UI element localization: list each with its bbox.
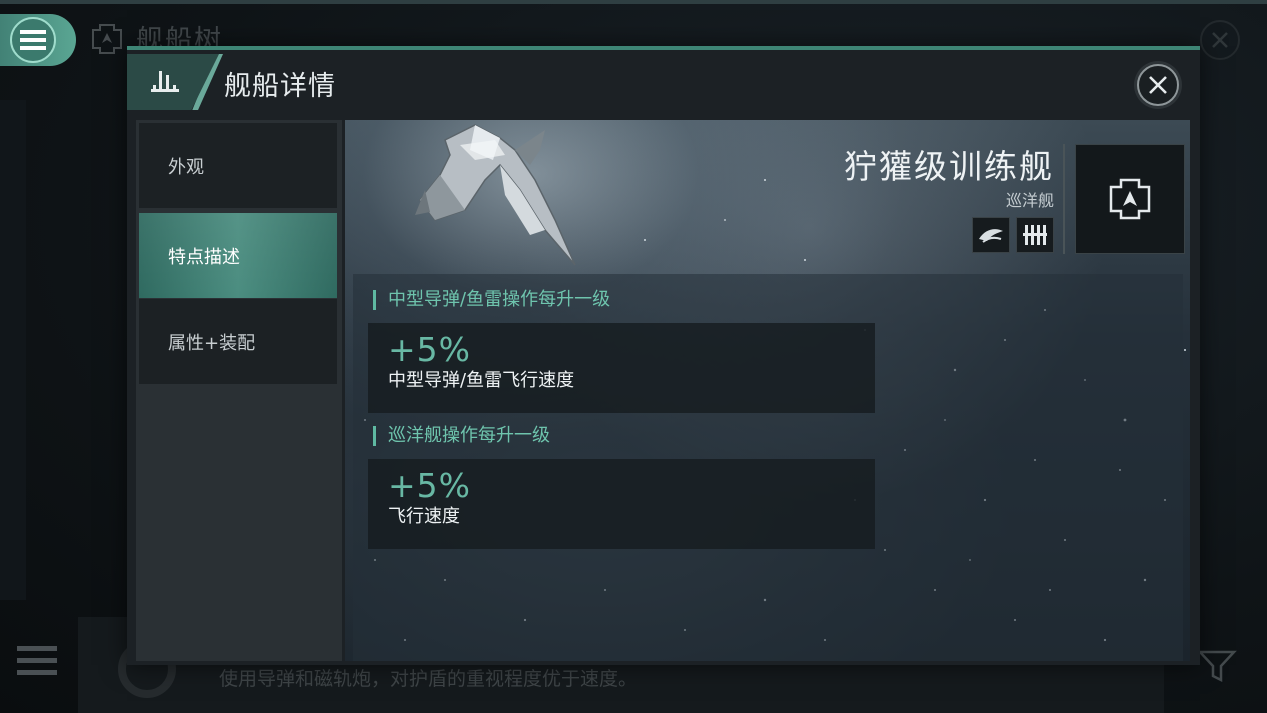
dialog-close-button[interactable] <box>1137 64 1179 106</box>
ship-class: 巡洋舰 <box>1005 191 1054 210</box>
dialog-title: 舰船详情 <box>224 71 336 102</box>
cruiser-type-icon <box>1109 178 1151 220</box>
screen-close-button[interactable] <box>1200 20 1240 60</box>
ship-tree-icon <box>92 24 122 54</box>
ship-image <box>415 124 576 266</box>
close-icon <box>1212 32 1228 48</box>
faction-icon[interactable] <box>972 217 1010 253</box>
header-badge <box>127 54 219 110</box>
trait-icons <box>972 217 1054 253</box>
list-menu-icon[interactable] <box>17 646 57 682</box>
traits-panel: 中型导弹/鱼雷操作每升一级 +5% 中型导弹/鱼雷飞行速度 巡洋舰操作每升一级 … <box>353 274 1183 661</box>
missile-launcher-icon[interactable] <box>1016 217 1054 253</box>
trait-heading: 巡洋舰操作每升一级 <box>373 426 550 446</box>
trait-bonus-description: 飞行速度 <box>388 506 460 527</box>
traits-content: 狞獾级训练舰 巡洋舰 中型导弹/鱼雷操作每升一级 +5% 中型导弹/鱼雷飞行速度… <box>345 120 1190 661</box>
trait-bonus-description: 中型导弹/鱼雷飞行速度 <box>388 370 575 391</box>
ship-name: 狞獾级训练舰 <box>844 147 1054 186</box>
ship-details-dialog: 舰船详情 外观 特点描述 属性+装配 狞獾级训练舰 巡洋舰 中型导弹/鱼雷操作每… <box>127 46 1200 665</box>
fleet-icon <box>151 71 179 92</box>
tab-label: 属性+装配 <box>168 332 256 354</box>
tab-label: 特点描述 <box>168 246 240 268</box>
trait-bonus-card: +5% 中型导弹/鱼雷飞行速度 <box>368 323 875 413</box>
trait-heading: 中型导弹/鱼雷操作每升一级 <box>373 290 610 310</box>
tab-label: 外观 <box>168 156 204 178</box>
header-divider <box>1063 144 1065 254</box>
ship-type-button[interactable] <box>1075 144 1185 254</box>
main-menu-button[interactable] <box>0 14 76 66</box>
trait-bonus-card: +5% 飞行速度 <box>368 459 875 549</box>
detail-tabs: 外观 特点描述 属性+装配 <box>136 120 342 661</box>
top-line <box>0 0 1267 4</box>
trait-bonus-value: +5% <box>388 330 472 369</box>
trait-bonus-value: +5% <box>388 466 472 505</box>
tab-traits[interactable]: 特点描述 <box>139 213 337 298</box>
menu-icon <box>10 17 56 63</box>
ship-description: 使用导弹和磁轨炮，对护盾的重视程度优于速度。 <box>219 668 638 690</box>
filter-icon[interactable] <box>1197 646 1237 686</box>
close-icon <box>1149 76 1167 94</box>
tab-appearance[interactable]: 外观 <box>139 123 337 208</box>
side-strip <box>0 100 26 600</box>
tab-attributes-fitting[interactable]: 属性+装配 <box>139 299 337 384</box>
dialog-header: 舰船详情 <box>127 50 1200 112</box>
